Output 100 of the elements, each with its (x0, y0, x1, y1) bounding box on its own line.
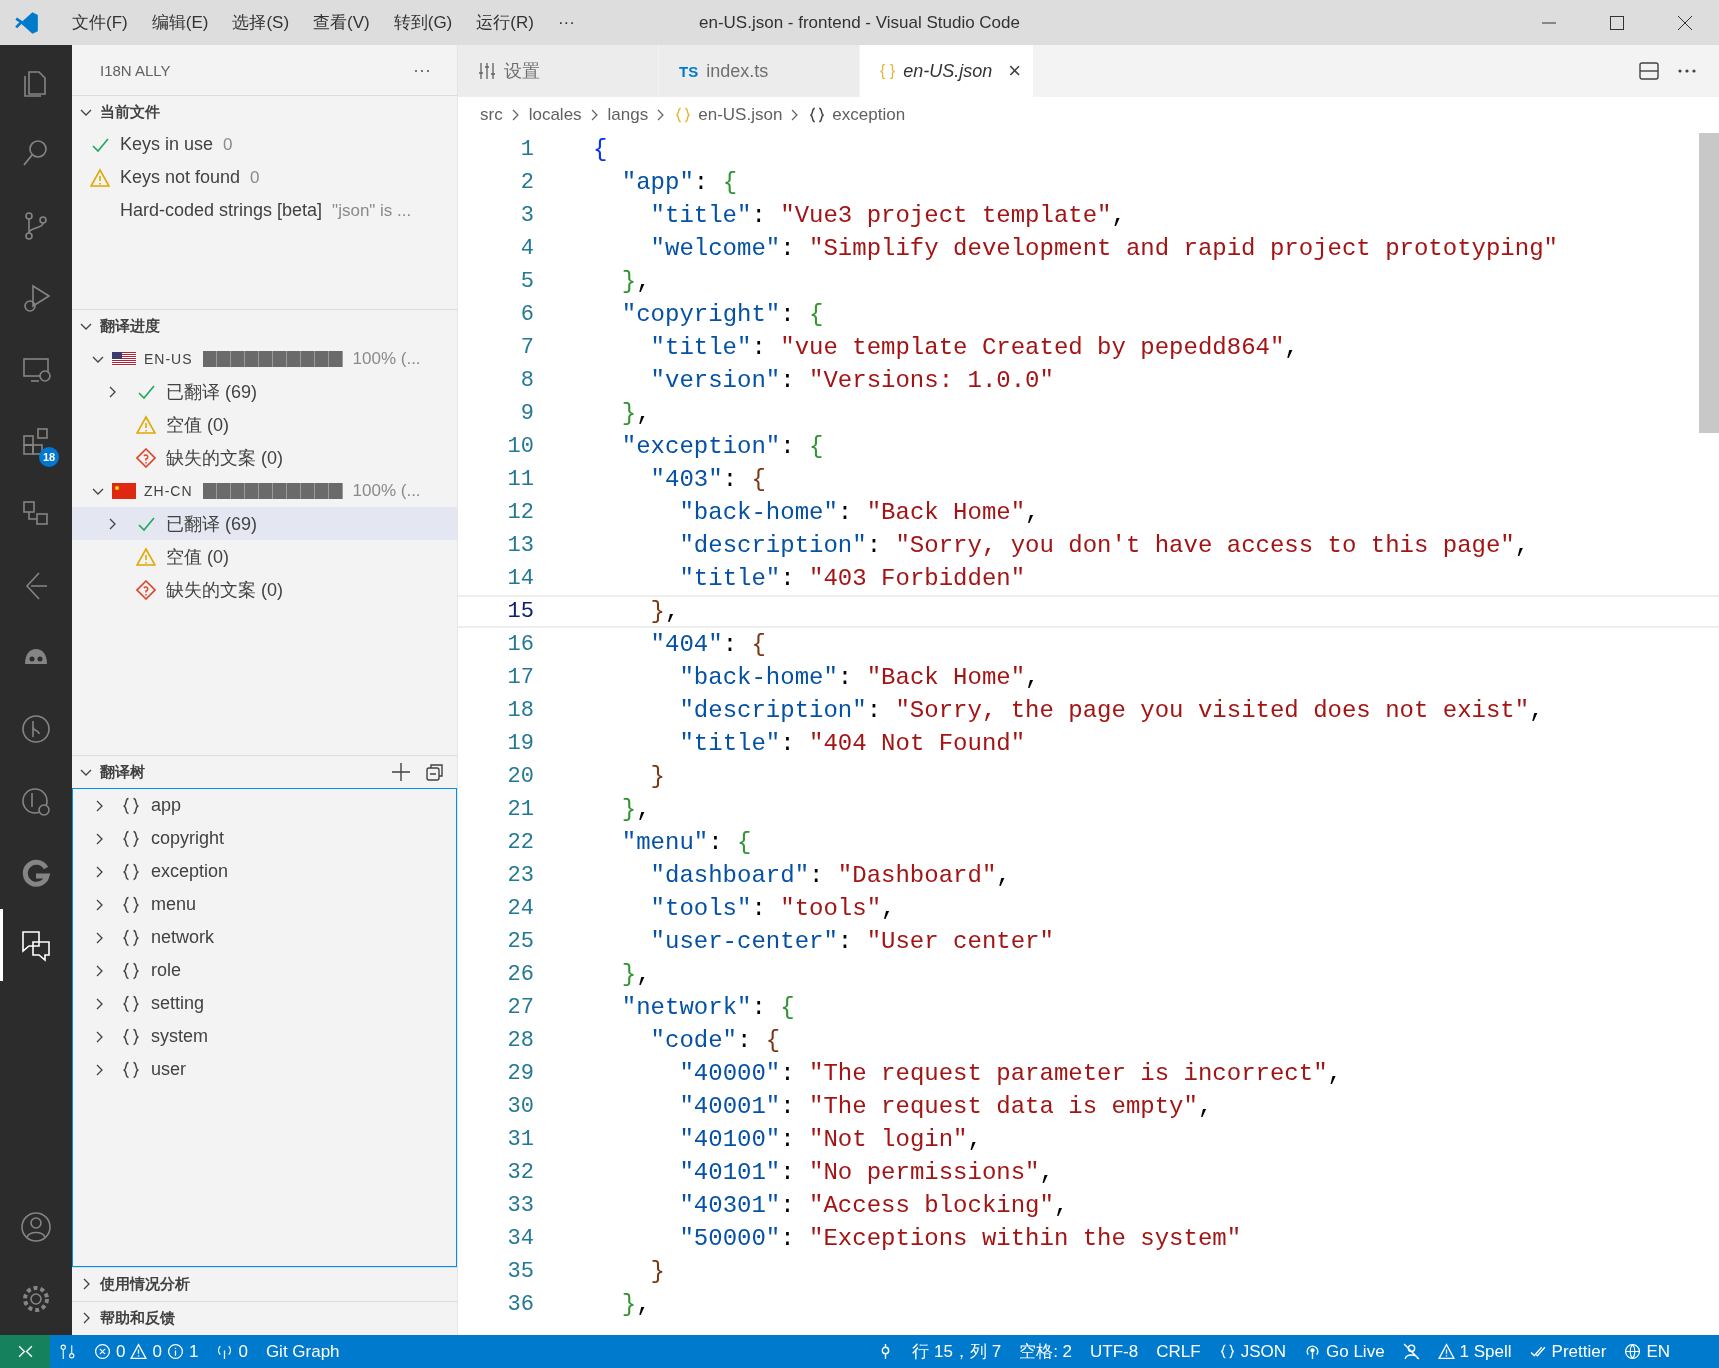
breadcrumb-item[interactable]: langs (607, 105, 649, 125)
editor-tab[interactable]: { } en-US.json × (860, 45, 1035, 97)
status-item[interactable]: 1 Spell (1428, 1335, 1521, 1368)
tree-item[interactable]: 空值 (0) (166, 412, 229, 437)
line-number: 35 (506, 1259, 534, 1284)
account-icon[interactable] (19, 1210, 53, 1244)
menubar-entry[interactable]: 查看(V) (301, 11, 382, 34)
tree-item[interactable]: 已翻译 (69) (166, 511, 257, 536)
tree-item[interactable]: copyright (151, 828, 225, 849)
menubar-entry[interactable]: 选择(S) (220, 11, 302, 34)
status-item[interactable]: 0 0 1 (85, 1335, 208, 1368)
more-icon[interactable] (1677, 68, 1697, 74)
code-line: } (649, 1258, 665, 1285)
status-item[interactable]: 空格: 2 (1010, 1335, 1082, 1368)
locale-label[interactable]: EN-US (144, 350, 193, 367)
status-item[interactable]: EN (1615, 1335, 1679, 1368)
tree-item[interactable]: Keys not found (120, 167, 241, 188)
code-line: }, (620, 268, 651, 295)
status-item[interactable]: JSON (1209, 1335, 1295, 1368)
remote-button[interactable] (0, 1335, 50, 1368)
breadcrumb-item[interactable]: en-US.json (698, 105, 783, 125)
menubar-entry[interactable]: ··· (545, 12, 587, 33)
tree-item[interactable]: network (151, 927, 215, 948)
section-header[interactable]: 帮助和反馈 (72, 1302, 457, 1334)
line-number: 34 (506, 1226, 534, 1251)
line-number: 16 (506, 632, 534, 657)
line-number: 2 (519, 170, 534, 195)
code-line: "exception": { (620, 433, 824, 460)
section-header[interactable]: 当前文件 (72, 96, 457, 128)
line-number: 23 (506, 863, 534, 888)
flag-icon (112, 482, 136, 499)
status-item[interactable]: 行 15，列 7 (903, 1335, 1011, 1368)
tree-item[interactable]: Keys in use (120, 134, 214, 155)
breadcrumb-item[interactable]: locales (528, 105, 582, 125)
breadcrumb-item[interactable]: src (480, 105, 503, 125)
translate-icon[interactable] (19, 928, 53, 962)
tree-item[interactable]: menu (151, 894, 197, 915)
section-header[interactable]: 翻译进度 (72, 310, 457, 342)
item-detail: 0 (250, 167, 260, 188)
line-number: 29 (506, 1061, 534, 1086)
braces-icon (674, 106, 693, 124)
tree-item[interactable]: Hard-coded strings [beta] (120, 200, 323, 221)
status-item[interactable]: CRLF (1147, 1335, 1210, 1368)
editor-tab[interactable]: TS index.ts (659, 45, 860, 97)
locale-label[interactable]: ZH-CN (144, 482, 193, 499)
line-number: 30 (506, 1094, 534, 1119)
split-editor-icon[interactable] (1639, 61, 1659, 81)
item-detail: 0 (223, 134, 233, 155)
menubar-entry[interactable]: 文件(F) (60, 11, 140, 34)
code-line: "50000": "Exceptions within the system" (678, 1225, 1242, 1252)
typescript-icon: TS (679, 62, 699, 80)
code-line: "title": "Vue3 project template", (649, 202, 1126, 229)
scrollbar-thumb[interactable] (1699, 133, 1719, 433)
tree-item[interactable]: setting (151, 993, 205, 1014)
line-number: 31 (506, 1127, 534, 1152)
tree-item[interactable]: app (151, 795, 182, 816)
tree-item[interactable]: exception (151, 861, 229, 882)
status-item[interactable]: Prettier (1520, 1335, 1616, 1368)
warning-icon (130, 1343, 148, 1360)
broadcast-icon (1304, 1343, 1321, 1360)
tree-item[interactable]: 缺失的文案 (0) (166, 445, 283, 470)
flag-icon (112, 351, 136, 366)
line-number: 9 (519, 401, 534, 426)
tree-item[interactable]: user (151, 1059, 186, 1080)
warning-icon (136, 414, 156, 435)
line-number: 3 (519, 203, 534, 228)
panel-title: I18N ALLY (100, 61, 171, 79)
breadcrumb-item[interactable]: exception (832, 105, 906, 125)
braces-icon (121, 927, 141, 948)
person-off-icon (1402, 1343, 1420, 1360)
status-item[interactable]: Git Graph (256, 1335, 349, 1368)
line-number: 11 (506, 467, 534, 492)
warning-icon (136, 546, 156, 567)
status-item[interactable]: UTF-8 (1081, 1335, 1148, 1368)
tree-item[interactable]: system (151, 1026, 208, 1047)
line-number: 36 (506, 1292, 534, 1317)
menubar-entry[interactable]: 转到(G) (381, 11, 465, 34)
status-item[interactable]: Go Live (1295, 1335, 1394, 1368)
line-number: 5 (519, 269, 534, 294)
warning-icon (1437, 1343, 1455, 1360)
tree-item[interactable]: 已翻译 (69) (166, 379, 257, 404)
progress-reading: 100% (... (352, 348, 421, 369)
line-number: 21 (506, 797, 534, 822)
code-line: "back-home": "Back Home", (678, 664, 1040, 691)
collapse-all-icon[interactable] (425, 762, 445, 782)
tree-item[interactable]: 空值 (0) (166, 544, 229, 569)
status-item[interactable]: 0 (207, 1335, 257, 1368)
tree-item[interactable]: 缺失的文案 (0) (166, 577, 283, 602)
add-icon[interactable] (391, 762, 411, 782)
editor-tab[interactable]: 设置 (458, 45, 659, 97)
code-line: }, (620, 1291, 651, 1318)
section-header[interactable]: 翻译树 (72, 756, 457, 788)
braces-icon (121, 795, 141, 816)
tree-item[interactable]: role (151, 960, 181, 981)
menubar-entry[interactable]: 编辑(E) (139, 11, 221, 34)
close-icon (1678, 15, 1692, 30)
more-button[interactable]: ··· (413, 59, 431, 81)
braces-icon (121, 1059, 141, 1080)
section-header[interactable]: 使用情况分析 (72, 1268, 457, 1300)
menubar-entry[interactable]: 运行(R) (464, 11, 546, 34)
